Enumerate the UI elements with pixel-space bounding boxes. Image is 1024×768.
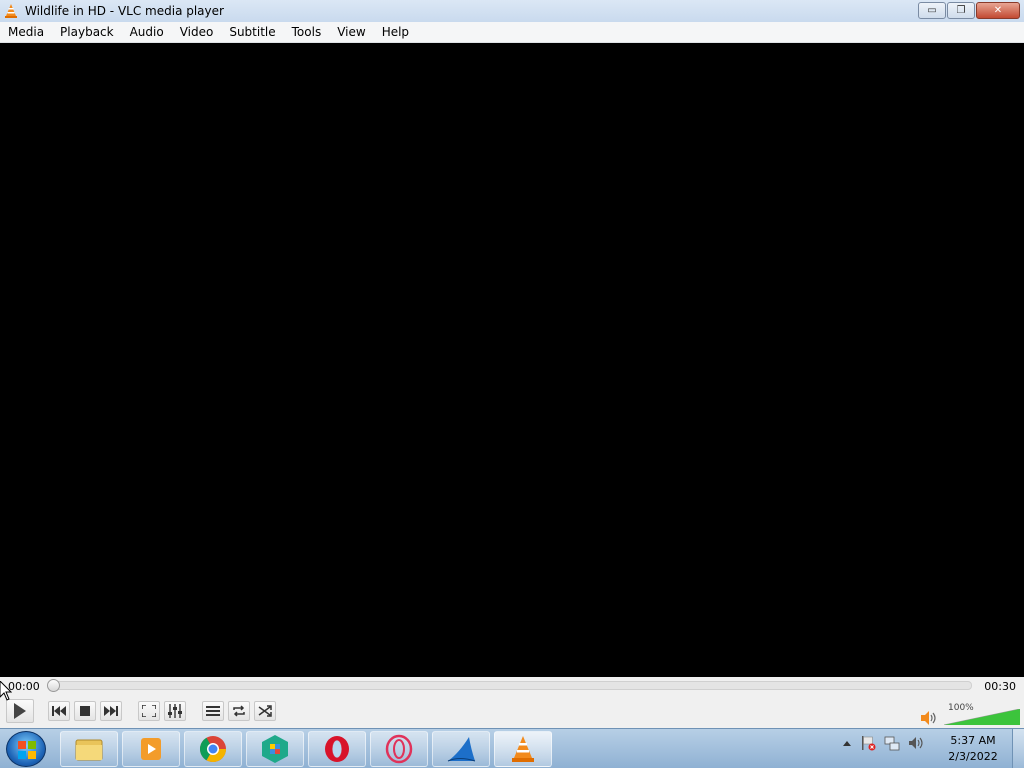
play-icon [14, 703, 26, 719]
next-icon [104, 706, 118, 716]
opera-gx-icon [385, 734, 413, 764]
minimize-button[interactable]: ▭ [918, 2, 946, 19]
playlist-button[interactable] [202, 701, 224, 721]
time-total[interactable]: 00:30 [984, 680, 1016, 693]
menu-help[interactable]: Help [374, 25, 417, 39]
volume-slider[interactable] [944, 709, 1020, 725]
stop-icon [80, 706, 90, 716]
playlist-icon [206, 706, 220, 716]
speaker-icon[interactable] [908, 735, 924, 751]
start-button[interactable] [6, 731, 46, 767]
clock-date: 2/3/2022 [948, 750, 998, 763]
restore-icon: ❐ [956, 5, 966, 16]
taskbar-explorer[interactable] [60, 731, 118, 767]
time-elapsed[interactable]: 00:00 [8, 680, 40, 693]
clock[interactable]: 5:37 AM 2/3/2022 [942, 733, 1004, 765]
loop-button[interactable] [228, 701, 250, 721]
vlc-icon [512, 736, 534, 762]
mouse-cursor [0, 681, 12, 701]
app-store-icon [262, 735, 288, 763]
taskbar-chrome[interactable] [184, 731, 242, 767]
menu-bar: Media Playback Audio Video Subtitle Tool… [0, 22, 1024, 43]
shuffle-icon [258, 705, 272, 717]
taskbar-vlc[interactable] [494, 731, 552, 767]
previous-button[interactable] [48, 701, 70, 721]
seek-slider[interactable] [47, 679, 972, 692]
window-title: Wildlife in HD - VLC media player [25, 4, 224, 18]
title-bar[interactable]: Wildlife in HD - VLC media player ▭ ❐ ✕ [0, 0, 1024, 22]
wireshark-icon [447, 737, 476, 762]
action-center-flag-icon[interactable] [860, 735, 876, 751]
shuffle-button[interactable] [254, 701, 276, 721]
loop-icon [233, 705, 245, 717]
volume-icon[interactable] [921, 711, 937, 725]
menu-playback[interactable]: Playback [52, 25, 122, 39]
show-desktop-button[interactable] [1012, 729, 1024, 768]
taskbar-media-player[interactable] [122, 731, 180, 767]
taskbar: 5:37 AM 2/3/2022 [0, 728, 1024, 768]
vlc-icon [4, 3, 18, 19]
minimize-icon: ▭ [927, 5, 937, 16]
windows-logo-icon [18, 741, 36, 759]
previous-icon [52, 706, 66, 716]
play-button[interactable] [6, 699, 34, 723]
menu-audio[interactable]: Audio [122, 25, 172, 39]
extended-settings-button[interactable] [164, 701, 186, 721]
windows-explorer-icon [75, 739, 103, 761]
menu-media[interactable]: Media [0, 25, 52, 39]
fullscreen-icon [142, 705, 156, 717]
controls-panel: 00:00 00:30 100% [0, 677, 1024, 728]
stop-button[interactable] [74, 701, 96, 721]
chrome-icon [199, 736, 227, 763]
restore-button[interactable]: ❐ [947, 2, 975, 19]
fullscreen-button[interactable] [138, 701, 160, 721]
taskbar-app-store[interactable] [246, 731, 304, 767]
system-tray [842, 735, 924, 751]
show-hidden-icons-icon[interactable] [842, 739, 852, 747]
close-icon: ✕ [993, 5, 1003, 16]
taskbar-opera-gx[interactable] [370, 731, 428, 767]
close-button[interactable]: ✕ [976, 2, 1020, 19]
taskbar-wireshark[interactable] [432, 731, 490, 767]
menu-subtitle[interactable]: Subtitle [221, 25, 283, 39]
windows-media-player-icon [141, 738, 161, 760]
extended-settings-icon [168, 704, 182, 718]
clock-time: 5:37 AM [950, 734, 996, 747]
menu-video[interactable]: Video [172, 25, 222, 39]
menu-view[interactable]: View [329, 25, 373, 39]
taskbar-opera[interactable] [308, 731, 366, 767]
video-area[interactable] [0, 43, 1024, 677]
menu-tools[interactable]: Tools [284, 25, 330, 39]
network-icon[interactable] [884, 735, 900, 751]
next-button[interactable] [100, 701, 122, 721]
opera-icon [325, 736, 349, 762]
seek-handle[interactable] [47, 679, 60, 692]
